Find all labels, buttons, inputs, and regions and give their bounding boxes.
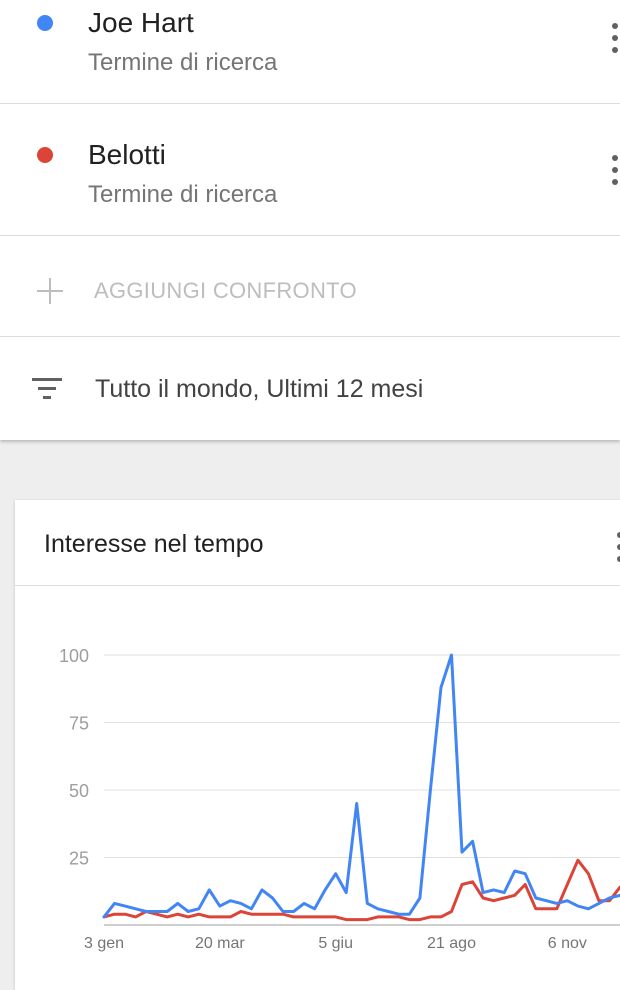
interest-over-time-card: 25 50 75 100 3 gen 20 mar 5 giu 21 ago 6 nov Int… — [15, 500, 620, 990]
x-tick-label: 5 giu — [318, 935, 353, 952]
y-tick-label: 25 — [69, 849, 89, 869]
plus-icon — [37, 278, 63, 304]
search-term-name: Belotti — [88, 139, 166, 170]
search-term-row-joe-hart[interactable]: Joe Hart Termine di ricerca — [0, 0, 620, 104]
x-tick-label: 20 mar — [195, 935, 245, 952]
more-vert-icon[interactable] — [610, 155, 620, 189]
x-tick-label: 6 nov — [548, 935, 587, 952]
add-comparison-label: AGGIUNGI CONFRONTO — [94, 278, 357, 303]
filter-selector[interactable]: Tutto il mondo, Ultimi 12 mesi — [0, 338, 620, 438]
y-tick-label: 100 — [59, 646, 89, 666]
add-comparison-button[interactable]: AGGIUNGI CONFRONTO — [0, 236, 620, 337]
search-term-type: Termine di ricerca — [88, 181, 278, 208]
series-color-dot — [37, 15, 53, 31]
search-term-row-belotti[interactable]: Belotti Termine di ricerca — [0, 105, 620, 236]
series-color-dot — [37, 147, 53, 163]
x-tick-label: 3 gen — [84, 935, 124, 952]
search-term-name: Joe Hart — [88, 7, 194, 38]
x-tick-label: 21 ago — [427, 935, 476, 952]
chart-title: Interesse nel tempo — [44, 530, 264, 558]
series-line-belotti — [102, 858, 620, 922]
y-tick-label: 75 — [69, 714, 89, 734]
filter-list-icon — [32, 378, 62, 400]
more-vert-icon[interactable] — [615, 532, 620, 566]
search-terms-card: Joe Hart Termine di ricerca Belotti Term… — [0, 0, 620, 440]
series-line-joe-hart — [102, 653, 620, 919]
chart-header: Interesse nel tempo — [15, 500, 620, 586]
more-vert-icon[interactable] — [610, 23, 620, 57]
filter-label: Tutto il mondo, Ultimi 12 mesi — [95, 375, 424, 403]
search-term-type: Termine di ricerca — [88, 49, 278, 76]
y-tick-label: 50 — [69, 781, 89, 801]
